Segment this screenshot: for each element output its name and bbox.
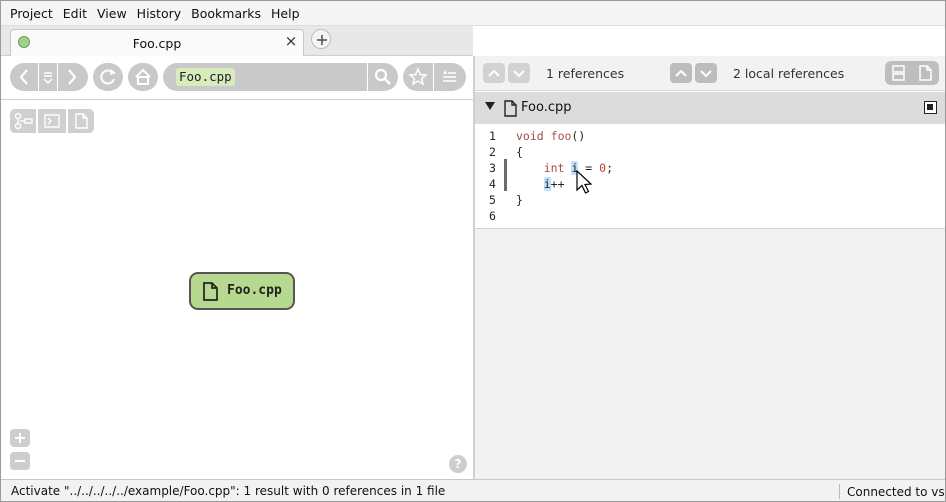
minus-icon: [15, 460, 25, 462]
tab-label: Foo.cpp: [132, 36, 182, 51]
status-message: Activate "../../../../../example/Foo.cpp…: [11, 484, 446, 498]
maximize-icon[interactable]: [924, 101, 937, 114]
file-view-button[interactable]: [68, 109, 94, 133]
code-line: 5 }: [475, 192, 945, 208]
history-list-icon: [43, 72, 53, 85]
code-file-header[interactable]: Foo.cpp: [475, 92, 945, 124]
code-file-name: Foo.cpp: [521, 100, 572, 115]
tab-close-icon[interactable]: ×: [283, 33, 299, 49]
line-number: 6: [489, 209, 496, 223]
code-line: 6: [475, 208, 945, 224]
plus-icon: [317, 35, 327, 45]
references-count: 1 references: [546, 66, 625, 81]
function-token[interactable]: foo: [551, 129, 572, 143]
line-number: 1: [489, 129, 496, 143]
chevron-right-icon: [68, 69, 77, 85]
code-line: 2 {: [475, 144, 945, 160]
home-icon: [135, 68, 151, 85]
plus-icon: [15, 433, 25, 443]
code-token: (): [571, 129, 586, 143]
navigation-toolbar: Foo.cpp: [1, 56, 473, 100]
menu-view[interactable]: View: [92, 1, 132, 26]
status-separator: [839, 484, 840, 499]
next-reference-button[interactable]: [508, 63, 530, 83]
code-line: 1 void foo(): [475, 128, 945, 144]
graph-layout-button[interactable]: [10, 109, 36, 133]
terminal-icon: [44, 114, 60, 128]
search-button[interactable]: [368, 63, 398, 91]
home-button[interactable]: [128, 63, 158, 91]
menu-edit[interactable]: Edit: [58, 1, 92, 26]
new-tab-button[interactable]: [311, 29, 331, 49]
refresh-icon: [100, 69, 116, 85]
history-menu-button[interactable]: [39, 63, 57, 91]
code-token: ;: [606, 161, 614, 175]
snippet-view-icon[interactable]: [885, 61, 912, 85]
star-icon: [408, 67, 428, 86]
single-file-view-icon[interactable]: [912, 61, 939, 85]
terminal-view-button[interactable]: [38, 109, 66, 133]
zoom-in-button[interactable]: [10, 429, 30, 447]
forward-button[interactable]: [58, 63, 88, 91]
graph-nodes-icon: [14, 112, 33, 130]
graph-node-label: Foo.cpp: [227, 283, 282, 298]
code-panel-background: [475, 229, 945, 479]
graph-view[interactable]: Foo.cpp ?: [1, 101, 473, 479]
mouse-cursor-icon: [576, 170, 593, 194]
graph-node-foo-cpp[interactable]: Foo.cpp: [189, 272, 295, 310]
menu-bar: Project Edit View History Bookmarks Help: [1, 1, 945, 26]
code-editor[interactable]: 1 void foo() 2 { 3 int i = 0; 4 i++ 5 } …: [475, 124, 945, 229]
tab-bar: Foo.cpp ×: [1, 26, 473, 56]
code-token: }: [516, 193, 523, 207]
file-icon: [203, 282, 218, 301]
document-icon: [75, 113, 88, 129]
tab-foo-cpp[interactable]: Foo.cpp ×: [10, 29, 304, 56]
chevron-up-icon: [488, 69, 500, 77]
chevron-up-icon: [675, 69, 687, 77]
connection-status: Connected to vs: [847, 485, 945, 499]
code-line: 4 i++: [475, 176, 945, 192]
code-line: 3 int i = 0;: [475, 160, 945, 176]
search-query-chip[interactable]: Foo.cpp: [176, 68, 235, 86]
code-token: ++: [550, 177, 565, 191]
local-references-count: 2 local references: [733, 66, 845, 81]
back-button[interactable]: [10, 63, 38, 91]
menu-help[interactable]: Help: [266, 1, 305, 26]
menu-project[interactable]: Project: [5, 1, 58, 26]
code-token: {: [516, 145, 523, 159]
bookmark-list-icon: [443, 70, 456, 82]
menu-bookmarks[interactable]: Bookmarks: [186, 1, 266, 26]
bookmark-manager-button[interactable]: [434, 63, 466, 91]
menu-history[interactable]: History: [132, 1, 186, 26]
line-number: 4: [489, 177, 496, 191]
status-bar: Activate "../../../../../example/Foo.cpp…: [1, 479, 945, 501]
variable-token-highlighted[interactable]: i: [543, 177, 551, 191]
zoom-out-button[interactable]: [10, 452, 30, 470]
chevron-left-icon: [19, 69, 28, 85]
help-button[interactable]: ?: [449, 455, 467, 473]
previous-local-reference-button[interactable]: [670, 63, 692, 83]
app-window: Project Edit View History Bookmarks Help…: [0, 0, 946, 502]
chevron-down-icon: [513, 70, 525, 78]
search-icon: [374, 68, 391, 85]
references-toolbar: 1 references 2 local references: [475, 56, 945, 91]
next-local-reference-button[interactable]: [695, 63, 717, 83]
previous-reference-button[interactable]: [483, 63, 505, 83]
line-number: 5: [489, 193, 496, 207]
bookmark-button[interactable]: [403, 63, 433, 91]
collapse-triangle-icon[interactable]: [485, 102, 495, 110]
view-mode-toggle: [885, 61, 939, 85]
chevron-down-icon: [700, 70, 712, 78]
file-icon: [504, 100, 517, 117]
refresh-button[interactable]: [93, 63, 123, 91]
code-token: void: [516, 129, 544, 143]
line-number: 2: [489, 145, 496, 159]
code-token: int: [543, 161, 565, 175]
line-number: 3: [489, 161, 496, 175]
